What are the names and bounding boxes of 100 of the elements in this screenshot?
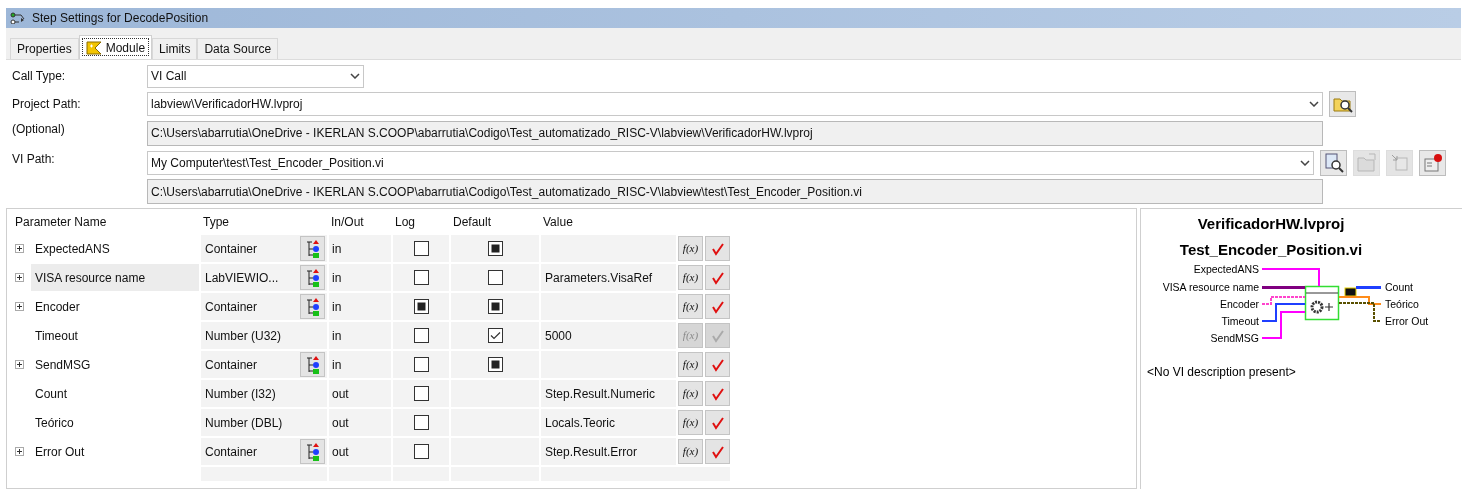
field-label: Project Path: (12, 96, 82, 113)
folder-arrows-icon (1356, 152, 1377, 173)
check-button[interactable] (705, 294, 730, 319)
check-button[interactable] (705, 410, 730, 435)
expression-button[interactable]: f(x) (678, 236, 703, 261)
project-name: VerificadorHW.lvproj (1197, 215, 1345, 232)
expression-button[interactable]: f(x) (678, 294, 703, 319)
expand-icon[interactable] (14, 302, 24, 311)
check-button[interactable] (705, 439, 730, 464)
expand-icon[interactable] (14, 244, 24, 253)
expression-button[interactable]: f(x) (678, 352, 703, 377)
terminal-block (1344, 287, 1357, 297)
checkbox[interactable] (487, 270, 503, 285)
checkbox[interactable] (487, 241, 503, 256)
expression-button[interactable]: f(x) (678, 265, 703, 290)
expand-icon[interactable] (14, 360, 24, 369)
terminal-label: ExpectedANS (1193, 263, 1259, 275)
checkbox[interactable] (413, 270, 429, 285)
expand-icon[interactable] (14, 447, 24, 456)
toolbar-button[interactable] (1320, 149, 1347, 176)
terminal-label: Error Out (1385, 315, 1429, 327)
field-label: (Optional) (12, 121, 66, 138)
table-cell: in (327, 351, 391, 378)
column-header: Default (452, 214, 493, 231)
checkbox[interactable] (487, 299, 503, 314)
table-cell: in (327, 293, 391, 320)
tab[interactable]: Data Source (197, 38, 279, 59)
browse-button[interactable] (1329, 91, 1356, 117)
expand-icon[interactable] (14, 273, 24, 282)
type-button[interactable] (300, 294, 325, 319)
check-button[interactable] (705, 323, 730, 348)
tree-icon (305, 239, 320, 258)
table-cell-text: Container (205, 240, 258, 258)
file-search-icon (1323, 152, 1344, 173)
table-cell: in (327, 264, 391, 291)
table-cell-text: Number (U32) (205, 327, 282, 345)
checkbox[interactable] (413, 444, 429, 459)
table-cell: Locals.Teoric (539, 409, 676, 436)
check-button[interactable] (705, 352, 730, 377)
terminal-label: SendMSG (1210, 332, 1259, 344)
vi-path-dropdown[interactable]: My Computer\test\Test_Encoder_Position.vi (147, 150, 1314, 175)
full-path-field: C:\Users\abarrutia\OneDrive - IKERLAN S.COOP\abarrutia\Codigo\Test_automatizado_RISC-V\labview\VerificadorHW.lvproj (147, 120, 1323, 146)
checkbox[interactable] (413, 415, 429, 430)
table-cell[interactable]: VISA resource name (31, 264, 199, 291)
panel-arrow-icon (1389, 152, 1410, 173)
table-cell: out (327, 409, 391, 436)
check-icon (710, 241, 725, 256)
type-button[interactable] (300, 236, 325, 261)
tab[interactable]: Module (78, 35, 153, 59)
toolbar-button[interactable] (1419, 149, 1446, 176)
table-cell-text: Container (205, 356, 258, 374)
table-cell: out (327, 380, 391, 407)
expression-button[interactable]: f(x) (678, 381, 703, 406)
expression-button[interactable]: f(x) (678, 410, 703, 435)
type-button[interactable] (300, 352, 325, 377)
table-cell-text: Number (DBL) (205, 414, 283, 432)
terminal-label: Count (1385, 281, 1414, 293)
table-cell: in (327, 322, 391, 349)
folder-search-icon (1332, 95, 1353, 113)
check-button[interactable] (705, 381, 730, 406)
table-cell: Parameters.VisaRef (539, 264, 676, 291)
checkbox[interactable] (487, 357, 503, 372)
tab[interactable]: Limits (152, 38, 198, 59)
checkbox[interactable] (413, 386, 429, 401)
check-icon (710, 444, 725, 459)
table-cell-text: Container (205, 298, 258, 316)
check-button[interactable] (705, 236, 730, 261)
check-button[interactable] (705, 265, 730, 290)
checkbox[interactable] (413, 357, 429, 372)
terminal-label: Teórico (1385, 298, 1419, 310)
terminal-label: Encoder (1219, 298, 1259, 310)
checkbox[interactable] (413, 241, 429, 256)
table-cell-text: Container (205, 443, 258, 461)
column-header: Log (394, 214, 417, 231)
field-label: VI Path: (12, 151, 56, 168)
checkbox[interactable] (413, 299, 429, 314)
description-text: <No VI description present> (1147, 365, 1296, 379)
call-type-dropdown[interactable]: VI Call (147, 64, 364, 88)
check-icon (710, 386, 725, 401)
project-path-dropdown[interactable]: labview\VerificadorHW.lvproj (147, 92, 1323, 116)
table-cell: Step.Result.Numeric (539, 380, 676, 407)
terminal-label: Timeout (1221, 315, 1259, 327)
check-icon (710, 270, 725, 285)
check-icon (710, 328, 725, 343)
check-icon (710, 357, 725, 372)
vi-name: Test_Encoder_Position.vi (1179, 241, 1363, 258)
check-icon (710, 415, 725, 430)
vi-icon (1304, 285, 1340, 321)
table-cell: Step.Result.Error (539, 438, 676, 465)
tree-icon (305, 355, 320, 374)
expression-button[interactable]: f(x) (678, 439, 703, 464)
column-header: Parameter Name (14, 214, 108, 231)
window-title: Step Settings for DecodePosition (32, 10, 209, 27)
type-button[interactable] (300, 265, 325, 290)
column-header: Type (202, 214, 230, 231)
type-button[interactable] (300, 439, 325, 464)
table-cell: 5000 (539, 322, 676, 349)
tab[interactable]: Properties (10, 38, 79, 59)
full-path-field: C:\Users\abarrutia\OneDrive - IKERLAN S.COOP\abarrutia\Codigo\Test_automatizado_RISC-V\labview\test\Test_Encoder_Position.vi (147, 179, 1323, 204)
tree-icon (305, 297, 320, 316)
